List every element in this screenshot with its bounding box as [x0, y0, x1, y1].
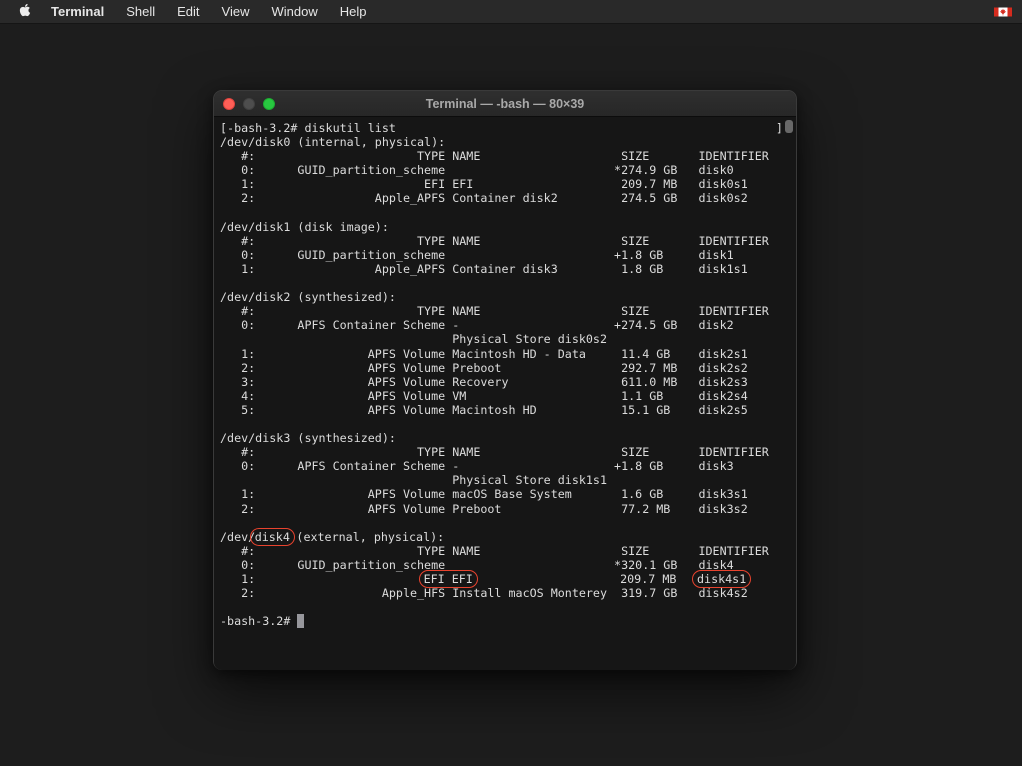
- menu-app-name[interactable]: Terminal: [40, 4, 115, 19]
- terminal-text: 2: Apple_HFS Install macOS Monterey 319.…: [220, 586, 748, 600]
- window-title: Terminal — -bash — 80×39: [426, 97, 585, 111]
- terminal-line: #: TYPE NAME SIZE IDENTIFIER: [220, 149, 790, 163]
- terminal-line: 1: Apple_APFS Container disk3 1.8 GB dis…: [220, 262, 790, 276]
- terminal-line: [220, 516, 790, 530]
- terminal-line: #: TYPE NAME SIZE IDENTIFIER: [220, 544, 790, 558]
- terminal-text: [-bash-3.2# diskutil list ]: [220, 121, 783, 135]
- terminal-text: 3: APFS Volume Recovery 611.0 MB disk2s3: [220, 375, 748, 389]
- terminal-window: Terminal — -bash — 80×39 [-bash-3.2# dis…: [213, 90, 797, 670]
- terminal-line: 5: APFS Volume Macintosh HD 15.1 GB disk…: [220, 403, 790, 417]
- terminal-output: [-bash-3.2# diskutil list ]/dev/disk0 (i…: [220, 121, 790, 628]
- terminal-text: 1: Apple_APFS Container disk3 1.8 GB dis…: [220, 262, 748, 276]
- terminal-text: #: TYPE NAME SIZE IDENTIFIER: [220, 445, 769, 459]
- terminal-line: [220, 276, 790, 290]
- terminal-cursor: [297, 614, 304, 628]
- terminal-line: 4: APFS Volume VM 1.1 GB disk2s4: [220, 389, 790, 403]
- terminal-line: /dev/disk4 (external, physical):: [220, 530, 790, 544]
- terminal-line: Physical Store disk1s1: [220, 473, 790, 487]
- terminal-text: 0: GUID_partition_scheme *320.1 GB disk4: [220, 558, 734, 572]
- terminal-text: #: TYPE NAME SIZE IDENTIFIER: [220, 234, 769, 248]
- terminal-text: 0: APFS Container Scheme - +274.5 GB dis…: [220, 318, 734, 332]
- terminal-text: 1:: [220, 572, 424, 586]
- terminal-line: 2: APFS Volume Preboot 292.7 MB disk2s2: [220, 361, 790, 375]
- terminal-line: #: TYPE NAME SIZE IDENTIFIER: [220, 234, 790, 248]
- input-language-flag-icon[interactable]: [994, 6, 1012, 18]
- close-button[interactable]: [223, 98, 235, 110]
- terminal-line: 0: GUID_partition_scheme +1.8 GB disk1: [220, 248, 790, 262]
- terminal-line: [220, 600, 790, 614]
- menu-item-view[interactable]: View: [211, 0, 261, 24]
- terminal-line: [-bash-3.2# diskutil list ]: [220, 121, 790, 135]
- terminal-line: [220, 417, 790, 431]
- terminal-line: 2: APFS Volume Preboot 77.2 MB disk3s2: [220, 502, 790, 516]
- terminal-text: /dev/disk1 (disk image):: [220, 220, 389, 234]
- terminal-line: /dev/disk1 (disk image):: [220, 220, 790, 234]
- terminal-text: 1: EFI EFI 209.7 MB disk0s1: [220, 177, 748, 191]
- terminal-line: #: TYPE NAME SIZE IDENTIFIER: [220, 304, 790, 318]
- terminal-line: /dev/disk0 (internal, physical):: [220, 135, 790, 149]
- terminal-text: Physical Store disk1s1: [220, 473, 607, 487]
- terminal-line: 0: APFS Container Scheme - +274.5 GB dis…: [220, 318, 790, 332]
- terminal-text: #: TYPE NAME SIZE IDENTIFIER: [220, 304, 769, 318]
- terminal-line: 1: APFS Volume Macintosh HD - Data 11.4 …: [220, 347, 790, 361]
- scrollbar-thumb[interactable]: [785, 120, 793, 133]
- menu-bar: Terminal Shell Edit View Window Help: [0, 0, 1022, 24]
- terminal-line: 0: APFS Container Scheme - +1.8 GB disk3: [220, 459, 790, 473]
- terminal-line: 1: APFS Volume macOS Base System 1.6 GB …: [220, 487, 790, 501]
- terminal-line: Physical Store disk0s2: [220, 332, 790, 346]
- menu-item-help[interactable]: Help: [329, 0, 378, 24]
- terminal-line: #: TYPE NAME SIZE IDENTIFIER: [220, 445, 790, 459]
- menu-item-window[interactable]: Window: [261, 0, 329, 24]
- terminal-line: /dev/disk2 (synthesized):: [220, 290, 790, 304]
- terminal-line: -bash-3.2#: [220, 614, 790, 628]
- terminal-text: -bash-3.2#: [220, 614, 297, 628]
- terminal-line: 1: EFI EFI 209.7 MB disk4s1: [220, 572, 790, 586]
- terminal-line: 2: Apple_APFS Container disk2 274.5 GB d…: [220, 191, 790, 205]
- zoom-button[interactable]: [263, 98, 275, 110]
- terminal-line: 1: EFI EFI 209.7 MB disk0s1: [220, 177, 790, 191]
- terminal-text: 1: APFS Volume macOS Base System 1.6 GB …: [220, 487, 748, 501]
- terminal-text: 209.7 MB: [472, 572, 697, 586]
- terminal-text: 0: GUID_partition_scheme +1.8 GB disk1: [220, 248, 734, 262]
- window-titlebar[interactable]: Terminal — -bash — 80×39: [214, 91, 796, 117]
- terminal-text: #: TYPE NAME SIZE IDENTIFIER: [220, 544, 769, 558]
- terminal-text: 5: APFS Volume Macintosh HD 15.1 GB disk…: [220, 403, 748, 417]
- terminal-text: 0: GUID_partition_scheme *274.9 GB disk0: [220, 163, 734, 177]
- terminal-text: /dev/disk0 (internal, physical):: [220, 135, 445, 149]
- terminal-line: 3: APFS Volume Recovery 611.0 MB disk2s3: [220, 375, 790, 389]
- terminal-text: 4: APFS Volume VM 1.1 GB disk2s4: [220, 389, 748, 403]
- menu-item-shell[interactable]: Shell: [115, 0, 166, 24]
- apple-menu[interactable]: [10, 3, 40, 20]
- terminal-text: /dev/disk3 (synthesized):: [220, 431, 396, 445]
- terminal-text: 2: Apple_APFS Container disk2 274.5 GB d…: [220, 191, 748, 205]
- minimize-button[interactable]: [243, 98, 255, 110]
- terminal-content[interactable]: [-bash-3.2# diskutil list ]/dev/disk0 (i…: [214, 117, 796, 670]
- menu-item-edit[interactable]: Edit: [166, 0, 210, 24]
- terminal-text: 2: APFS Volume Preboot 77.2 MB disk3s2: [220, 502, 748, 516]
- terminal-line: [220, 206, 790, 220]
- terminal-line: 0: GUID_partition_scheme *274.9 GB disk0: [220, 163, 790, 177]
- terminal-text: (external, physical):: [289, 530, 444, 544]
- terminal-text: 2: APFS Volume Preboot 292.7 MB disk2s2: [220, 361, 748, 375]
- terminal-text: 1: APFS Volume Macintosh HD - Data 11.4 …: [220, 347, 748, 361]
- terminal-line: /dev/disk3 (synthesized):: [220, 431, 790, 445]
- terminal-text: 0: APFS Container Scheme - +1.8 GB disk3: [220, 459, 734, 473]
- terminal-line: 2: Apple_HFS Install macOS Monterey 319.…: [220, 586, 790, 600]
- terminal-text: /dev/disk2 (synthesized):: [220, 290, 396, 304]
- terminal-text: Physical Store disk0s2: [220, 332, 607, 346]
- terminal-text: #: TYPE NAME SIZE IDENTIFIER: [220, 149, 769, 163]
- apple-logo-icon: [19, 3, 31, 20]
